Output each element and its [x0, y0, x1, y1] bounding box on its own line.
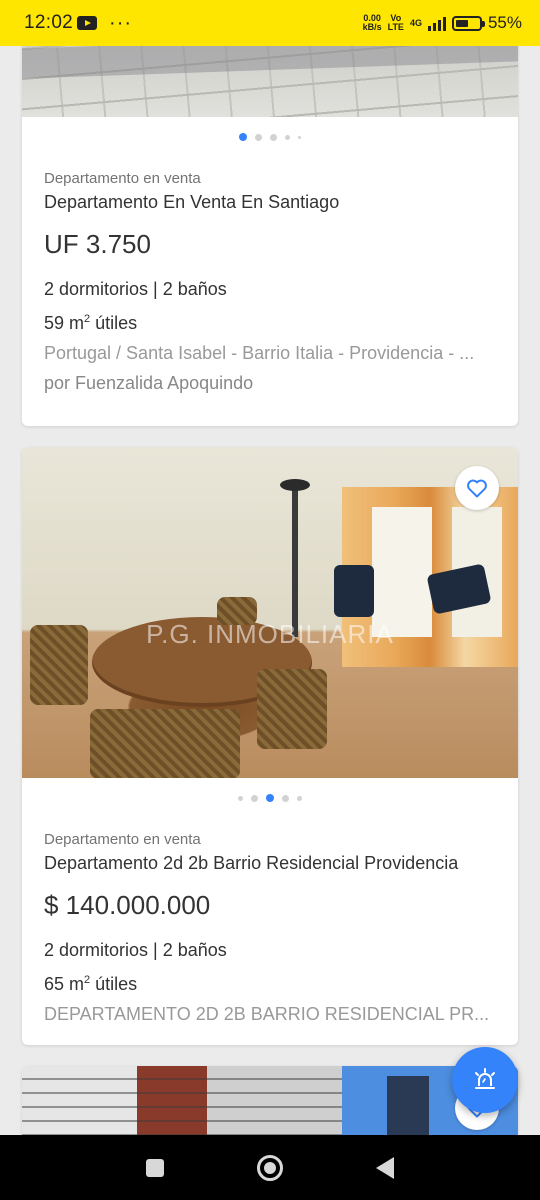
listing-photo[interactable]: [22, 1066, 518, 1146]
status-bar: 12:02 ··· 0.00 kB/s Vo LTE 4G 55%: [0, 0, 540, 46]
listing-attributes: 2 dormitorios | 2 baños 59 m2 útiles: [44, 274, 496, 338]
pager-dot: [270, 133, 277, 141]
pager-dot: [238, 795, 243, 801]
pager-dot: [251, 794, 258, 802]
network-type: 4G: [409, 17, 422, 28]
pager-dot-active: [239, 133, 247, 141]
listing-card[interactable]: Departamento en venta Departamento En Ve…: [22, 20, 518, 426]
battery-percentage: 55%: [487, 13, 522, 32]
pager-dot: [297, 795, 302, 801]
listing-title[interactable]: Departamento 2d 2b Barrio Residencial Pr…: [44, 853, 496, 874]
pager-dot: [255, 133, 262, 141]
more-notifications-icon: ···: [109, 11, 133, 34]
back-button[interactable]: [375, 1156, 394, 1179]
listing-photo[interactable]: P.G. INMOBILIARIA: [22, 447, 518, 778]
listing-price: UF 3.750: [44, 229, 151, 259]
clock: 12:02: [24, 12, 74, 33]
listing-area: 59 m2 útiles: [44, 313, 138, 333]
listing-kind: Departamento en venta: [44, 831, 201, 848]
volte-indicator: Vo LTE: [387, 13, 404, 32]
signal-strength-icon: [427, 15, 446, 31]
listing-rooms: 2 dormitorios | 2 baños: [44, 940, 227, 960]
photo-detail: [257, 669, 327, 749]
recent-apps-button[interactable]: [146, 1158, 165, 1177]
system-nav-bar: [0, 1135, 540, 1200]
status-indicators: 0.00 kB/s Vo LTE 4G 55%: [363, 13, 522, 33]
listing-info: Departamento en venta Departamento 2d 2b…: [22, 831, 518, 1029]
favorite-button[interactable]: [455, 466, 499, 510]
home-button[interactable]: [256, 1154, 283, 1181]
pager-dot: [282, 794, 289, 802]
battery-icon: [451, 15, 485, 31]
listing-area: 65 m2 útiles: [44, 974, 138, 994]
listing-card[interactable]: [22, 1066, 518, 1146]
network-speed: 0.00 kB/s: [362, 13, 382, 32]
listing-description: DEPARTAMENTO 2D 2B BARRIO RESIDENCIAL PR…: [44, 1004, 490, 1024]
listing-info: Departamento en venta Departamento En Ve…: [22, 170, 518, 398]
photo-detail: [22, 1066, 342, 1146]
pager-dot: [285, 134, 290, 140]
photo-detail: [334, 565, 374, 617]
photo-pager: [22, 117, 518, 157]
photo-detail: [292, 487, 298, 637]
photo-detail: [372, 507, 432, 637]
photo-detail: [280, 479, 310, 491]
heart-outline-icon: [467, 479, 487, 498]
create-alert-button[interactable]: [452, 1047, 518, 1113]
listing-kind: Departamento en venta: [44, 170, 201, 187]
listing-title[interactable]: Departamento En Venta En Santiago: [44, 192, 496, 213]
listing-address: Portugal / Santa Isabel - Barrio Italia …: [44, 343, 475, 363]
siren-alert-icon: [475, 1068, 495, 1089]
pager-dot-active: [266, 794, 274, 802]
pager-dot: [298, 135, 301, 139]
listing-rooms: 2 dormitorios | 2 baños: [44, 279, 227, 299]
photo-detail: [90, 709, 240, 778]
photo-watermark: P.G. INMOBILIARIA: [146, 619, 394, 649]
listing-attributes: 2 dormitorios | 2 baños 65 m2 útiles: [44, 935, 496, 999]
listing-card[interactable]: P.G. INMOBILIARIA Departamento en venta …: [22, 447, 518, 1045]
photo-pager: [22, 778, 518, 818]
youtube-notification-icon: [77, 16, 98, 30]
listing-seller: por Fuenzalida Apoquindo: [44, 373, 254, 393]
listing-price: $ 140.000.000: [44, 890, 211, 920]
